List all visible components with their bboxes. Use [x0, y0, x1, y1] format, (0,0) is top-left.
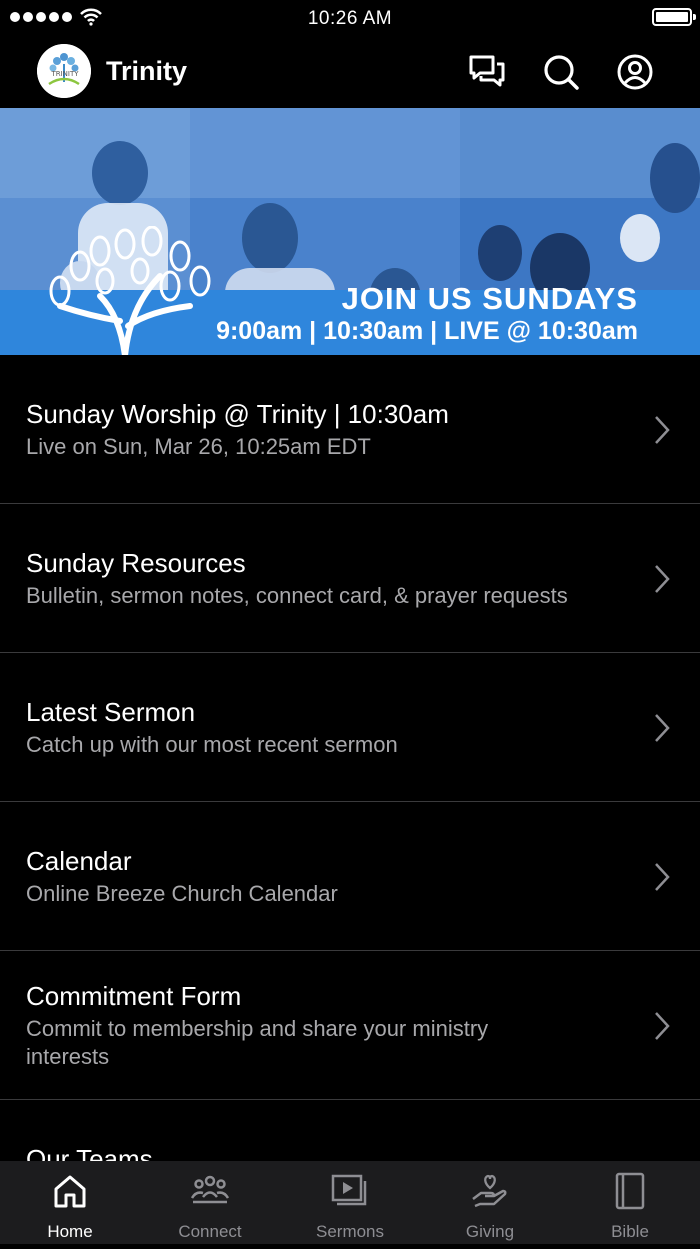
- search-icon[interactable]: [541, 52, 581, 92]
- tab-label: Giving: [465, 1222, 515, 1241]
- home-icon: [54, 1175, 86, 1208]
- list-item-title: Commitment Form: [26, 981, 242, 1011]
- people-icon: [190, 1175, 230, 1204]
- list-item-title: Latest Sermon: [26, 697, 196, 727]
- church-logo[interactable]: TRINITY: [37, 44, 91, 98]
- play-stack-icon: [331, 1174, 367, 1206]
- list-item-title: Sunday Worship @ Trinity | 10:30am: [26, 399, 449, 429]
- status-bar: 10:26 AM: [0, 0, 700, 36]
- account-icon[interactable]: [615, 52, 655, 92]
- messages-icon[interactable]: [467, 52, 507, 92]
- banner-service-times: 9:00am | 10:30am | LIVE @ 10:30am: [216, 317, 638, 345]
- tab-home[interactable]: Home: [0, 1161, 140, 1244]
- tab-label: Home: [47, 1222, 93, 1241]
- list-item-latest-sermon[interactable]: Latest Sermon Catch up with our most rec…: [0, 653, 700, 802]
- tab-label: Bible: [611, 1222, 649, 1241]
- app-title: Trinity: [106, 56, 188, 86]
- chevron-right-icon: [655, 1012, 670, 1040]
- list-item-sunday-resources[interactable]: Sunday Resources Bulletin, sermon notes,…: [0, 504, 700, 653]
- tab-bible[interactable]: Bible: [560, 1161, 700, 1244]
- home-menu-list: Sunday Worship @ Trinity | 10:30am Live …: [0, 355, 700, 1249]
- tree-logo-graphic: [49, 226, 211, 355]
- list-item-subtitle: Live on Sun, Mar 26, 10:25am EDT: [26, 434, 371, 459]
- tab-connect[interactable]: Connect: [140, 1161, 280, 1244]
- status-time: 10:26 AM: [307, 8, 393, 29]
- tab-label: Sermons: [315, 1222, 385, 1241]
- tab-label: Connect: [178, 1222, 242, 1241]
- heart-hand-icon: [472, 1174, 507, 1208]
- bottom-tab-bar: Home Connect Sermons Giving Bible: [0, 1161, 700, 1244]
- list-item-subtitle: Commit to membership and share your mini…: [26, 1016, 489, 1069]
- tab-giving[interactable]: Giving: [420, 1161, 560, 1244]
- chevron-right-icon: [655, 863, 670, 891]
- list-item-subtitle: Bulletin, sermon notes, connect card, & …: [26, 583, 568, 608]
- battery-icon: [652, 8, 696, 26]
- chevron-right-icon: [655, 714, 670, 742]
- chevron-right-icon: [655, 416, 670, 444]
- tab-sermons[interactable]: Sermons: [280, 1161, 420, 1244]
- banner-headline: JOIN US SUNDAYS: [341, 281, 638, 316]
- list-item-subtitle: Online Breeze Church Calendar: [26, 881, 338, 906]
- list-item-sunday-worship[interactable]: Sunday Worship @ Trinity | 10:30am Live …: [0, 355, 700, 504]
- list-item-subtitle: Catch up with our most recent sermon: [26, 732, 398, 757]
- list-item-commitment-form[interactable]: Commitment Form Commit to membership and…: [0, 951, 700, 1100]
- list-item-title: Calendar: [26, 846, 132, 876]
- book-icon: [615, 1172, 645, 1210]
- app-header: TRINITY Trinity: [0, 36, 700, 108]
- chevron-right-icon: [655, 565, 670, 593]
- list-item-calendar[interactable]: Calendar Online Breeze Church Calendar: [0, 802, 700, 951]
- list-item-title: Sunday Resources: [26, 548, 246, 578]
- svg-text:TRINITY: TRINITY: [50, 70, 79, 78]
